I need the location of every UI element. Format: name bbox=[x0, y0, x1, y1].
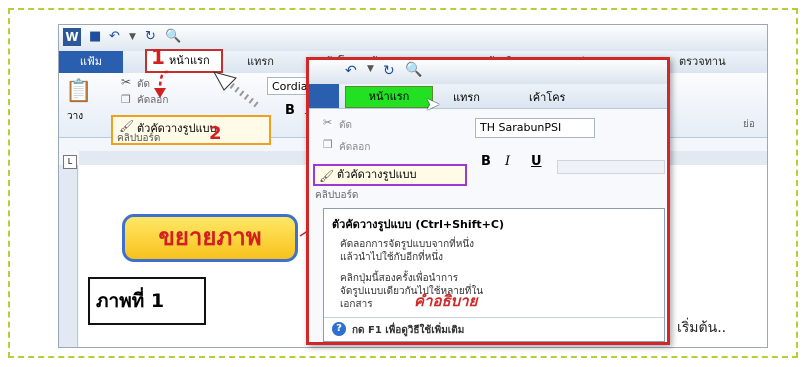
tab-insert[interactable]: แทรก bbox=[247, 51, 274, 73]
cut-label[interactable]: ตัด bbox=[137, 77, 150, 92]
zoom-bold-button[interactable]: B bbox=[481, 154, 491, 169]
zoom-format-painter-button[interactable]: 🖌 ตัวคัดวางรูปแบบ bbox=[313, 164, 467, 186]
copy-label[interactable]: คัดลอก bbox=[137, 93, 168, 108]
zoom-ruler bbox=[557, 160, 665, 174]
zoom-format-painter-icon: 🖌 bbox=[319, 169, 335, 183]
zoomed-view: ↶ ▼ ↻ 🔍 แทรก เค้าโคร หน้าแรก ➤ ✂ ตัด ❐ ค… bbox=[306, 57, 670, 345]
zoomed-title-bar: ↶ ▼ ↻ 🔍 bbox=[309, 60, 667, 84]
paste-label[interactable]: วาง bbox=[67, 109, 83, 124]
zoom-file-tab[interactable] bbox=[309, 84, 339, 108]
undo-icon[interactable]: ↶ bbox=[109, 29, 120, 45]
tab-home-label: หน้าแรก bbox=[169, 54, 210, 67]
tab-review[interactable]: ตรวจทาน bbox=[679, 51, 726, 73]
zoom-tab-layout[interactable]: เค้าโคร bbox=[529, 88, 565, 106]
tooltip-title: ตัวคัดวางรูปแบบ (Ctrl+Shift+C) bbox=[332, 218, 504, 231]
zoom-dropdown-icon[interactable]: ▼ bbox=[367, 64, 374, 74]
zoom-copy-label[interactable]: คัดลอก bbox=[339, 140, 370, 155]
tooltip-divider bbox=[324, 317, 664, 318]
zoom-preview-icon[interactable]: 🔍 bbox=[405, 62, 422, 78]
zoom-redo-icon[interactable]: ↻ bbox=[383, 63, 395, 79]
paste-icon[interactable]: 📋 bbox=[65, 79, 92, 104]
help-icon[interactable]: ? bbox=[332, 322, 346, 336]
tooltip-line-2: แล้วนำไปใช้กับอีกที่หนึ่ง bbox=[340, 252, 444, 263]
tab-selector[interactable]: L bbox=[63, 155, 77, 169]
dropdown-icon[interactable]: ▼ bbox=[129, 29, 136, 45]
document-text: เริ่มต้น.. bbox=[677, 320, 727, 336]
step-2-label: 2 bbox=[209, 123, 222, 144]
tooltip-annotation: คำอธิบาย bbox=[414, 292, 478, 310]
vertical-ruler bbox=[59, 165, 78, 347]
bold-button[interactable]: B bbox=[285, 103, 295, 118]
zoom-tab-home[interactable]: หน้าแรก bbox=[345, 86, 433, 108]
zoom-clipboard-group-label: คลิปบอร์ด bbox=[315, 190, 359, 201]
print-preview-icon[interactable]: 🔍 bbox=[165, 29, 181, 45]
tab-file[interactable]: แฟ้ม bbox=[59, 51, 123, 73]
save-icon[interactable]: ■ bbox=[89, 29, 101, 45]
tab-home[interactable]: 1 หน้าแรก bbox=[145, 45, 223, 73]
zoom-cut-label[interactable]: ตัด bbox=[339, 118, 352, 133]
step-1-label: 1 bbox=[151, 45, 165, 69]
enlarge-badge: ขยายภาพ bbox=[122, 214, 298, 262]
redo-icon[interactable]: ↻ bbox=[145, 29, 156, 45]
tooltip-help-text[interactable]: กด F1 เพื่อดูวิธีใช้เพิ่มเติม bbox=[352, 323, 464, 338]
format-painter-highlight: 🖌 ตัวคัดวางรูปแบบ คลิปบอร์ด 2 bbox=[111, 115, 271, 145]
zoom-format-painter-label: ตัวคัดวางรูปแบบ bbox=[337, 168, 417, 181]
zoom-italic-button[interactable]: I bbox=[505, 154, 510, 169]
copy-icon[interactable]: ❐ bbox=[121, 93, 131, 106]
ribbon-group-label: ย่อ bbox=[743, 119, 755, 130]
zoom-tab-insert[interactable]: แทรก bbox=[453, 88, 480, 106]
mouse-pointer-icon: ➤ bbox=[425, 94, 441, 115]
zoom-cut-icon[interactable]: ✂ bbox=[323, 116, 332, 129]
zoom-underline-button[interactable]: U bbox=[531, 154, 542, 169]
figure-caption: ภาพที่ 1 bbox=[88, 277, 206, 325]
clipboard-group-label: คลิปบอร์ด bbox=[117, 133, 161, 144]
zoom-copy-icon[interactable]: ❐ bbox=[323, 138, 333, 151]
cut-icon[interactable]: ✂ bbox=[121, 75, 131, 89]
word-icon[interactable]: W bbox=[63, 28, 81, 46]
title-bar: W ■ ↶ ▼ ↻ 🔍 bbox=[59, 25, 767, 51]
zoom-undo-icon[interactable]: ↶ bbox=[345, 63, 357, 79]
zoom-font-box[interactable]: TH SarabunPSI bbox=[475, 118, 595, 138]
tooltip: ตัวคัดวางรูปแบบ (Ctrl+Shift+C) คัดลอกการ… bbox=[323, 208, 665, 342]
tooltip-line-5: เอกสาร bbox=[340, 299, 373, 310]
